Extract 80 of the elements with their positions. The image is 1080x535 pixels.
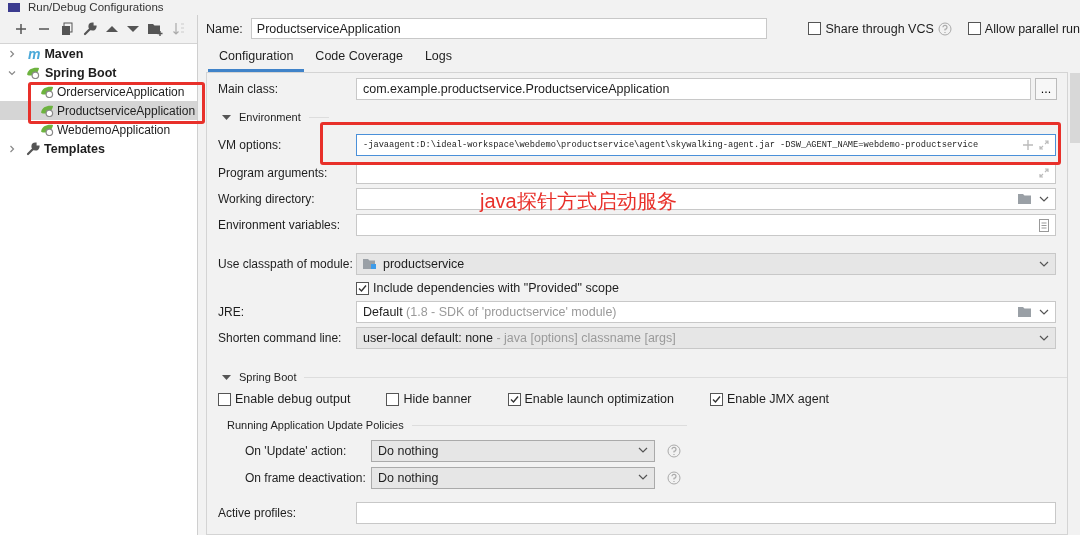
- leaf-gear-icon: [40, 123, 55, 136]
- tree-item[interactable]: Maven: [44, 46, 84, 61]
- tab[interactable]: Configuration: [208, 42, 305, 72]
- checkbox-label[interactable]: Allow parallel run: [984, 21, 1080, 36]
- checkbox-label[interactable]: Enable debug output: [235, 392, 351, 406]
- checkbox[interactable]: [507, 392, 521, 406]
- module-dropdown[interactable]: productservice: [356, 253, 1056, 275]
- expanded-triangle-icon[interactable]: [222, 113, 231, 121]
- main-class-field[interactable]: com.example.productservice.ProductserviceApplication: [356, 78, 1031, 100]
- tree-item[interactable]: OrderserviceApplication: [0, 82, 197, 101]
- jre-dropdown[interactable]: Default (1.8 - SDK of 'productservice' module): [356, 301, 1056, 323]
- document-icon[interactable]: [1039, 218, 1049, 232]
- expanded-triangle-icon[interactable]: [222, 373, 231, 381]
- field-label: Working directory:: [218, 192, 316, 206]
- tree-item[interactable]: WebdemoApplication: [0, 120, 197, 139]
- checkbox-label[interactable]: Include dependencies with "Provided" scope: [373, 281, 619, 295]
- move-down-icon[interactable]: [127, 25, 139, 33]
- field-label: Shorten command line:: [218, 331, 343, 345]
- section-title: Environment: [239, 111, 301, 123]
- checkbox[interactable]: [218, 392, 231, 406]
- dropdown-chevron-icon[interactable]: [1039, 260, 1049, 268]
- folder-icon[interactable]: [1018, 193, 1033, 205]
- leaf-gear-icon: [26, 66, 41, 79]
- dropdown-chevron-icon[interactable]: [638, 447, 648, 454]
- move-up-icon[interactable]: [106, 25, 118, 33]
- policy-dropdown[interactable]: Do nothing: [371, 439, 655, 462]
- window-title: Run/Debug Configurations: [28, 1, 164, 14]
- tree-item[interactable]: Templates: [44, 141, 105, 156]
- dropdown-chevron-icon[interactable]: [1039, 334, 1049, 342]
- dropdown-chevron-icon[interactable]: [1039, 308, 1049, 316]
- annotation-text: java探针方式启动服务: [480, 189, 677, 214]
- field-label: VM options:: [218, 138, 283, 152]
- browse-button[interactable]: ...: [1035, 78, 1057, 100]
- checkbox-label[interactable]: Enable JMX agent: [726, 392, 830, 406]
- checkbox[interactable]: [967, 22, 981, 35]
- name-field[interactable]: ProductserviceApplication: [250, 18, 767, 39]
- expanded-chevron-icon[interactable]: [8, 68, 16, 77]
- shorten-command-line-dropdown[interactable]: user-local default: none - java [options] classname [args]: [356, 327, 1056, 349]
- app-icon: [8, 3, 20, 12]
- field-label: Name:: [206, 21, 243, 36]
- field-label: Program arguments:: [218, 166, 329, 180]
- active-profiles-field[interactable]: [356, 502, 1056, 524]
- wrench-icon: [26, 141, 40, 156]
- collapsed-chevron-icon[interactable]: [8, 144, 16, 153]
- tree-item[interactable]: Spring Boot: [45, 65, 117, 80]
- new-folder-icon[interactable]: [148, 22, 163, 36]
- scrollbar[interactable]: [1070, 73, 1080, 143]
- wrench-icon[interactable]: [83, 22, 97, 36]
- collapsed-chevron-icon[interactable]: [8, 49, 16, 58]
- tree-item[interactable]: ProductserviceApplication: [0, 101, 197, 120]
- checkbox-label[interactable]: Share through VCS: [825, 21, 934, 36]
- text-field[interactable]: [356, 188, 1056, 210]
- tab[interactable]: Logs: [413, 42, 464, 72]
- field-label: Active profiles:: [218, 506, 298, 520]
- text-field[interactable]: [356, 214, 1056, 236]
- checkbox[interactable]: [709, 392, 723, 406]
- add-icon[interactable]: [14, 22, 28, 36]
- field-label: Use classpath of module:: [218, 257, 354, 271]
- field-label: JRE:: [218, 305, 245, 319]
- field-label: Environment variables:: [218, 218, 342, 232]
- copy-icon[interactable]: [60, 22, 74, 36]
- folder-icon[interactable]: [1018, 306, 1033, 318]
- group-title: Running Application Update Policies: [227, 419, 404, 431]
- module-folder-icon: [363, 258, 377, 270]
- checkbox-label[interactable]: Enable launch optimization: [524, 392, 674, 406]
- policy-dropdown[interactable]: Do nothing: [371, 466, 655, 489]
- leaf-gear-icon: [40, 104, 55, 117]
- dropdown-chevron-icon[interactable]: [638, 474, 648, 481]
- checkbox[interactable]: [356, 281, 369, 295]
- leaf-gear-icon: [40, 85, 55, 98]
- field-label: Main class:: [218, 82, 280, 96]
- checkbox[interactable]: [386, 392, 400, 406]
- tab[interactable]: Code Coverage: [304, 42, 414, 72]
- maven-logo: m: [28, 45, 41, 62]
- dropdown-chevron-icon[interactable]: [1039, 195, 1049, 203]
- section-title: Spring Boot: [239, 371, 297, 383]
- field-label: On 'Update' action:: [244, 443, 348, 458]
- checkbox-label[interactable]: Hide banner: [403, 392, 472, 406]
- field-label: On frame deactivation:: [244, 470, 367, 485]
- checkbox[interactable]: [808, 22, 822, 35]
